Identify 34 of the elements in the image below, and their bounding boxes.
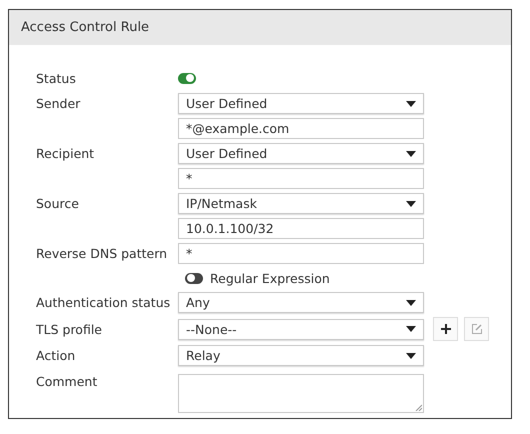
caret-icon (406, 150, 416, 156)
dropdown[interactable]: User Defined (178, 93, 424, 114)
input-field[interactable]: * (178, 243, 424, 264)
input-field[interactable]: *@example.com (178, 118, 424, 139)
dropdown[interactable]: --None-- (178, 318, 424, 340)
add-button[interactable] (433, 317, 458, 341)
field-label: Comment (36, 373, 98, 389)
field-label: Authentication status (36, 295, 172, 310)
toggle-label: Regular Expression (210, 270, 330, 286)
input-field[interactable]: * (178, 168, 424, 189)
field-label: Reverse DNS pattern (36, 246, 168, 261)
toggle-switch[interactable] (185, 272, 203, 284)
caret-icon (406, 200, 416, 206)
field-label: Recipient (36, 146, 96, 161)
caret-icon (406, 326, 416, 332)
input-field[interactable]: 10.0.1.100/32 (178, 218, 424, 239)
caret-icon (406, 100, 416, 106)
plus-icon (440, 323, 452, 335)
comment-field[interactable] (178, 374, 424, 413)
toggle-switch[interactable] (178, 72, 196, 84)
caret-icon (406, 300, 416, 306)
field-label: Sender (36, 96, 82, 111)
resize-handle-icon (415, 404, 422, 411)
caret-icon (406, 352, 416, 358)
field-label: Status (36, 70, 77, 86)
dropdown[interactable]: Relay (178, 345, 424, 366)
field-label: TLS profile (36, 322, 103, 336)
field-label: Source (36, 196, 80, 211)
edit-icon (470, 323, 482, 335)
panel-title: Access Control Rule (21, 20, 150, 35)
dropdown[interactable]: IP/Netmask (178, 193, 424, 214)
dropdown[interactable]: Any (178, 292, 424, 313)
field-label: Action (36, 348, 76, 363)
dropdown[interactable]: User Defined (178, 143, 424, 164)
